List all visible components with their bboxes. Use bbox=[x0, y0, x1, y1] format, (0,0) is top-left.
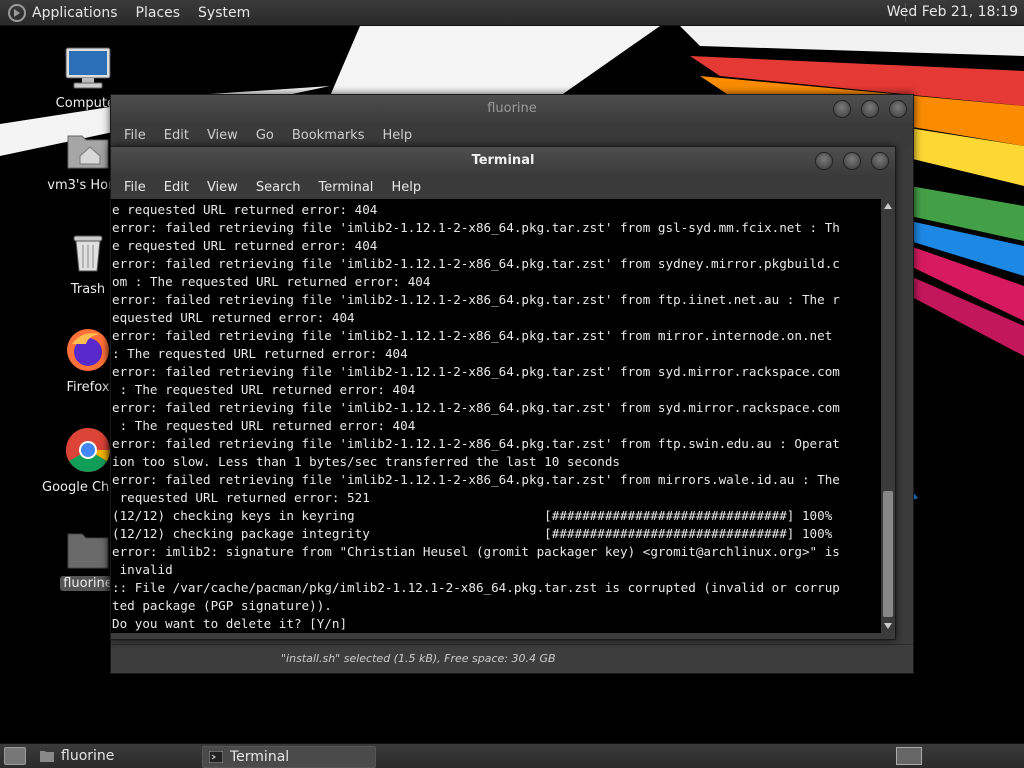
task-fluorine[interactable]: fluorine bbox=[34, 746, 200, 766]
folder-icon bbox=[40, 751, 54, 762]
menu-places[interactable]: Places bbox=[136, 5, 181, 21]
terminal-scrollbar[interactable] bbox=[881, 199, 895, 633]
menu-file[interactable]: File bbox=[115, 128, 155, 143]
maximize-button[interactable] bbox=[843, 152, 861, 170]
menu-help[interactable]: Help bbox=[373, 128, 421, 143]
menu-applications[interactable]: Applications bbox=[32, 5, 118, 21]
menu-view[interactable]: View bbox=[198, 180, 247, 195]
close-button[interactable] bbox=[871, 152, 889, 170]
window-title: fluorine bbox=[487, 101, 537, 116]
maximize-button[interactable] bbox=[861, 100, 879, 118]
terminal-menubar: File Edit View Search Terminal Help bbox=[111, 175, 895, 199]
bottom-panel: fluorine Terminal bbox=[0, 743, 1024, 768]
scroll-up-arrow-icon[interactable] bbox=[884, 203, 892, 209]
scrollbar-thumb[interactable] bbox=[883, 491, 893, 617]
file-manager-menubar: File Edit View Go Bookmarks Help bbox=[111, 123, 913, 147]
minimize-button[interactable] bbox=[815, 152, 833, 170]
minimize-button[interactable] bbox=[833, 100, 851, 118]
terminal-titlebar[interactable]: Terminal bbox=[111, 147, 895, 175]
task-label: Terminal bbox=[230, 749, 290, 765]
distro-logo-icon[interactable] bbox=[8, 3, 26, 22]
file-manager-statusbar: "install.sh" selected (1.5 kB), Free spa… bbox=[111, 644, 913, 673]
menu-terminal[interactable]: Terminal bbox=[309, 180, 382, 195]
terminal-text[interactable]: e requested URL returned error: 404 erro… bbox=[111, 199, 881, 633]
close-button[interactable] bbox=[889, 100, 907, 118]
menu-search[interactable]: Search bbox=[247, 180, 310, 195]
scroll-down-arrow-icon[interactable] bbox=[884, 623, 892, 629]
task-terminal[interactable]: Terminal bbox=[202, 746, 376, 768]
computer-icon bbox=[65, 47, 111, 89]
chrome-icon bbox=[66, 428, 110, 472]
menu-go[interactable]: Go bbox=[247, 128, 283, 143]
desktop-icon-label: fluorine bbox=[60, 576, 116, 591]
menu-file[interactable]: File bbox=[115, 180, 155, 195]
top-panel: Applications Places System Wed Feb 21, 1… bbox=[0, 0, 1024, 26]
home-folder-icon bbox=[67, 135, 109, 169]
show-desktop-icon[interactable] bbox=[4, 747, 26, 765]
folder-icon bbox=[67, 533, 109, 569]
workspace-switcher[interactable] bbox=[896, 747, 922, 765]
file-manager-titlebar[interactable]: fluorine bbox=[111, 95, 913, 123]
menu-edit[interactable]: Edit bbox=[155, 128, 198, 143]
task-label: fluorine bbox=[61, 748, 115, 764]
trash-icon bbox=[73, 235, 103, 272]
menu-view[interactable]: View bbox=[198, 128, 247, 143]
menu-bookmarks[interactable]: Bookmarks bbox=[283, 128, 374, 143]
status-text: "install.sh" selected (1.5 kB), Free spa… bbox=[281, 652, 556, 665]
menu-system[interactable]: System bbox=[198, 5, 250, 21]
clock[interactable]: Wed Feb 21, 18:19 bbox=[887, 4, 1018, 20]
terminal-output[interactable]: e requested URL returned error: 404 erro… bbox=[111, 199, 881, 633]
firefox-icon bbox=[67, 329, 109, 371]
menu-help[interactable]: Help bbox=[382, 180, 430, 195]
terminal-window[interactable]: Terminal File Edit View Search Terminal … bbox=[110, 146, 896, 640]
terminal-icon bbox=[209, 751, 223, 763]
menu-edit[interactable]: Edit bbox=[155, 180, 198, 195]
window-title: Terminal bbox=[471, 153, 535, 168]
